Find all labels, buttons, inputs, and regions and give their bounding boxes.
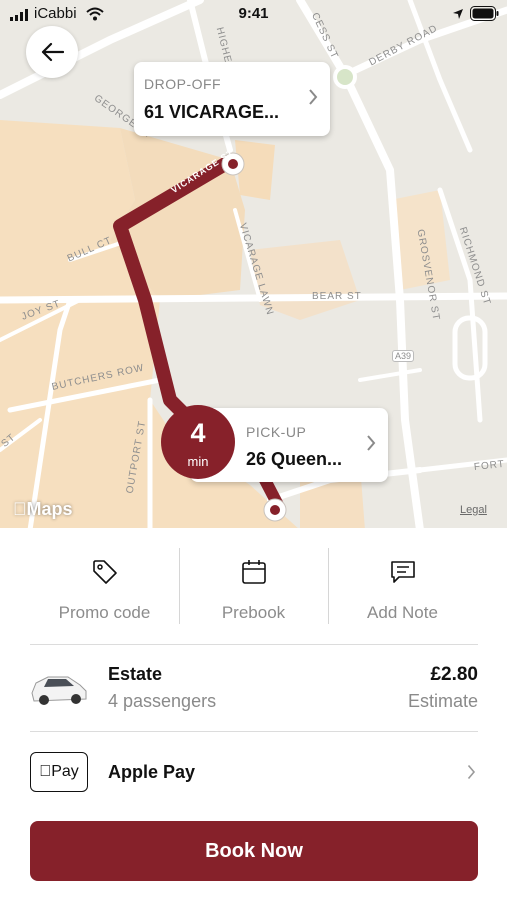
add-note-button[interactable]: Add Note (328, 546, 477, 626)
location-arrow-icon (453, 9, 463, 19)
dropoff-address: 61 VICARAGE... (144, 102, 280, 122)
eta-badge: 4 min (161, 405, 235, 479)
vehicle-name: Estate (108, 664, 163, 684)
map-view[interactable]: George St Higher H Vicarage St Bull Ct J… (0, 0, 507, 530)
vehicle-row[interactable]: Estate 4 passengers £2.80 Estimate (0, 645, 507, 731)
apple-logo-icon:  (13, 499, 27, 519)
promo-code-label: Promo code (58, 603, 151, 622)
pickup-address: 26 Queen... (246, 449, 343, 469)
payment-method: Apple Pay (108, 762, 196, 782)
tag-icon (92, 560, 117, 584)
dropoff-label: DROP-OFF (144, 76, 222, 92)
prebook-label: Prebook (221, 603, 286, 622)
car-icon (31, 676, 87, 705)
status-bar: iCabbi 9:41 (0, 0, 507, 28)
prebook-button[interactable]: Prebook (179, 546, 328, 626)
street-label: Bear St (312, 291, 362, 302)
arrow-left-icon (41, 42, 64, 62)
legal-link[interactable]: Legal (460, 504, 487, 516)
eta-value: 4 (190, 418, 206, 448)
calendar-icon (241, 560, 266, 584)
apple-maps-attribution: Maps (13, 499, 73, 519)
fare-price: £2.80 (430, 664, 478, 685)
add-note-label: Add Note (367, 603, 438, 622)
promo-code-button[interactable]: Promo code (30, 546, 179, 626)
status-time: 9:41 (238, 5, 269, 22)
pickup-label: PICK-UP (246, 424, 307, 440)
booking-sheet: Promo code Prebook Add Note Estate 4 pas… (0, 528, 507, 900)
dropoff-callout[interactable]: DROP-OFF 61 VICARAGE... (134, 62, 330, 136)
eta-unit: min (187, 454, 209, 469)
note-icon (390, 561, 415, 583)
road-shield: A39 (392, 350, 415, 362)
battery-icon (470, 6, 499, 21)
book-now-button[interactable]: Book Now (30, 821, 478, 881)
apple-pay-badge: Pay (30, 752, 88, 792)
fare-note: Estimate (407, 691, 478, 711)
chevron-right-icon (309, 89, 318, 105)
apple-logo-icon:  (39, 763, 51, 781)
chevron-right-icon (367, 435, 376, 451)
chevron-right-icon (467, 764, 476, 780)
back-button[interactable] (26, 26, 78, 78)
vehicle-capacity: 4 passengers (108, 691, 217, 711)
